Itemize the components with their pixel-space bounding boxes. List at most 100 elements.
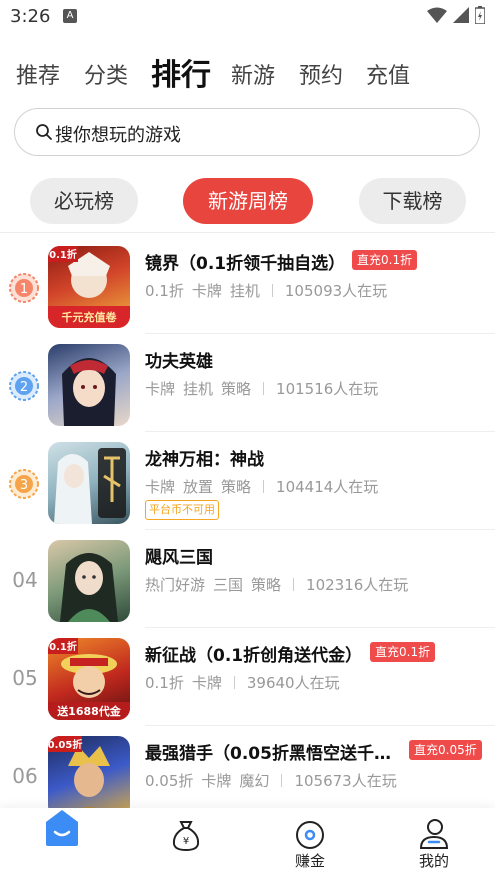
list-item[interactable]: 04 飓风三国 热门好游 三国 策略 102316人在玩 [0, 530, 495, 628]
game-title[interactable]: 飓风三国 [145, 543, 213, 568]
rank-number: 04 [12, 568, 38, 592]
list-item[interactable]: 2 功夫英雄 卡牌 挂机 策略 101516人在玩 [0, 334, 495, 432]
svg-text:¥: ¥ [183, 836, 189, 847]
top-tab-bar: 推荐 分类 排行 新游 预约 充值 [0, 50, 495, 94]
game-icon-caption: 送1688代金 [56, 704, 122, 718]
game-tag: 0.05折 [145, 772, 194, 790]
rank-medal-label: 2 [20, 380, 28, 395]
nav-money[interactable]: ¥ [136, 808, 236, 880]
money-bag-icon: ¥ [172, 821, 200, 852]
nav-label: 我的 [418, 852, 449, 870]
rank-tab-bar: 必玩榜 新游周榜 下载榜 [0, 178, 495, 226]
game-tag: 挂机 [229, 282, 260, 300]
wifi-icon [427, 7, 447, 23]
player-count: 105673人在玩 [294, 772, 397, 790]
status-icons [427, 6, 485, 24]
game-icon-zuiqiang[interactable]: 0.05折 [48, 736, 130, 818]
discount-badge: 直充0.1折 [370, 642, 436, 662]
game-tags: 热门好游 三国 策略 102316人在玩 [145, 574, 408, 595]
game-tag: 卡牌 [145, 478, 176, 496]
nav-profile[interactable]: 我的 [384, 808, 484, 880]
player-count: 104414人在玩 [276, 478, 379, 496]
game-icon-jufeng[interactable] [48, 540, 130, 622]
rank-number: 05 [12, 666, 38, 690]
game-tag: 热门好游 [145, 576, 206, 594]
player-count: 101516人在玩 [276, 380, 379, 398]
tab-recharge[interactable]: 充值 [366, 58, 410, 90]
status-time: 3:26 [10, 6, 51, 27]
list-item[interactable]: 05 送1688代金 0.1折 新征战（0.1折创角送代金） 直充0.1折 0.… [0, 628, 495, 726]
player-count: 39640人在玩 [246, 674, 340, 692]
game-title[interactable]: 镜界（0.1折领千抽自选） [145, 249, 345, 274]
rank-medal-label: 3 [20, 478, 28, 493]
tab-new-games[interactable]: 新游 [231, 58, 275, 90]
tab-recommend[interactable]: 推荐 [16, 58, 60, 90]
game-tag: 0.1折 [145, 282, 184, 300]
game-tag: 卡牌 [191, 282, 222, 300]
discount-badge: 直充0.05折 [409, 740, 482, 760]
game-icon-corner: 0.1折 [49, 640, 77, 653]
game-tag: 三国 [213, 576, 244, 594]
coin-icon [296, 821, 324, 849]
tag-separator [281, 774, 283, 787]
game-tag: 挂机 [183, 380, 214, 398]
list-item[interactable]: 1 千元充值卷 0.1折 镜界（0.1折领千抽自选） 直充0.1折 0.1折 卡… [0, 236, 495, 334]
list-item[interactable]: 3 龙神万相：神战 卡牌 放置 策略 104414人在玩 平台币不可用 [0, 432, 495, 530]
game-title[interactable]: 功夫英雄 [145, 347, 213, 372]
tab-new-weekly[interactable]: 新游周榜 [183, 178, 313, 224]
game-tag: 放置 [183, 478, 214, 496]
tag-separator [263, 480, 265, 493]
bottom-nav: ¥ 赚金 我的 [0, 808, 495, 880]
tab-ranking[interactable]: 排行 [151, 50, 211, 94]
rank-medal-gold-icon: 1 [9, 273, 39, 303]
player-count: 105093人在玩 [284, 282, 388, 300]
tab-must-play[interactable]: 必玩榜 [30, 178, 138, 224]
tab-reserve[interactable]: 预约 [299, 58, 343, 90]
game-tag: 策略 [251, 576, 282, 594]
tab-category[interactable]: 分类 [84, 58, 128, 90]
game-tags: 0.1折 卡牌 挂机 105093人在玩 [145, 280, 387, 301]
rank-medal-label: 1 [20, 282, 28, 297]
game-title[interactable]: 最强猎手（0.05折黑悟空送千… [145, 739, 391, 764]
search-icon [36, 124, 52, 140]
tag-separator [233, 676, 235, 689]
game-tags: 卡牌 挂机 策略 101516人在玩 [145, 378, 378, 399]
home-icon [46, 810, 78, 846]
game-icon-xinzhengzhan[interactable]: 送1688代金 0.1折 [48, 638, 130, 720]
game-tags: 卡牌 放置 策略 104414人在玩 [145, 476, 378, 497]
game-title[interactable]: 龙神万相：神战 [145, 445, 264, 470]
nav-earn[interactable]: 赚金 [260, 808, 360, 880]
game-icon-longshen[interactable] [48, 442, 130, 524]
game-tag: 卡牌 [191, 674, 222, 692]
discount-badge: 直充0.1折 [352, 250, 418, 270]
tag-separator [271, 284, 273, 297]
nav-home[interactable] [12, 808, 112, 880]
tab-download[interactable]: 下载榜 [359, 178, 466, 224]
game-tags: 0.1折 卡牌 39640人在玩 [145, 672, 340, 693]
game-tags: 0.05折 卡牌 魔幻 105673人在玩 [145, 770, 397, 791]
game-icon-jingjie[interactable]: 千元充值卷 0.1折 [48, 246, 130, 328]
game-icon-caption: 千元充值卷 [62, 310, 118, 324]
game-tag: 卡牌 [145, 380, 176, 398]
rank-medal-silver-icon: 2 [9, 371, 39, 401]
signal-icon [453, 7, 469, 23]
game-icon-corner: 0.05折 [48, 738, 82, 751]
rank-number: 06 [12, 764, 38, 788]
game-icon-corner: 0.1折 [49, 248, 77, 261]
tag-separator [293, 578, 295, 591]
status-bar: 3:26 A [0, 0, 495, 34]
player-count: 102316人在玩 [306, 576, 409, 594]
search-input[interactable]: 搜你想玩的游戏 [14, 108, 480, 156]
game-tag: 魔幻 [239, 772, 270, 790]
game-icon-kungfu[interactable] [48, 344, 130, 426]
tag-separator [263, 382, 265, 395]
battery-icon [475, 6, 485, 24]
search-placeholder: 搜你想玩的游戏 [55, 125, 181, 146]
game-title[interactable]: 新征战（0.1折创角送代金） [145, 641, 362, 666]
divider [0, 232, 495, 233]
game-tag: 卡牌 [201, 772, 232, 790]
rank-medal-bronze-icon: 3 [9, 469, 39, 499]
notification-icon: A [63, 9, 77, 23]
game-tag: 策略 [221, 478, 252, 496]
nav-label: 赚金 [294, 852, 325, 870]
